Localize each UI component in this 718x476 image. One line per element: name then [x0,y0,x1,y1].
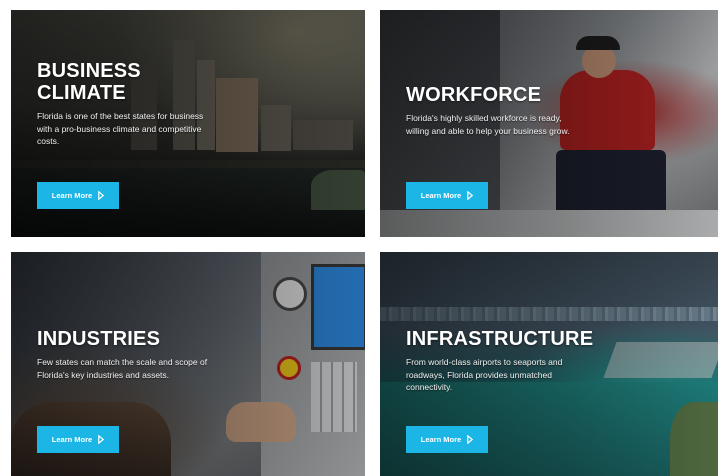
card-title-line: BUSINESS [37,60,141,82]
card-workforce[interactable]: WORKFORCE Florida's highly skilled workf… [380,10,718,237]
card-title: INFRASTRUCTURE [406,328,594,350]
learn-more-button-workforce[interactable]: Learn More [406,182,488,209]
button-label: Learn More [420,191,462,200]
card-title: WORKFORCE [406,84,542,106]
card-business-climate[interactable]: BUSINESS CLIMATE Florida is one of the b… [11,10,365,237]
card-description: Florida is one of the best states for bu… [37,111,204,146]
card-content: INDUSTRIES Few states can match the scal… [37,328,217,381]
card-content: WORKFORCE Florida's highly skilled workf… [406,84,586,137]
learn-more-button-infrastructure[interactable]: Learn More [406,426,488,453]
button-label: Learn More [51,191,93,200]
play-triangle-outline-icon [467,435,474,444]
card-infrastructure[interactable]: INFRASTRUCTURE From world-class airports… [380,252,718,476]
feature-card-grid: BUSINESS CLIMATE Florida is one of the b… [0,0,718,476]
card-industries[interactable]: INDUSTRIES Few states can match the scal… [11,252,365,476]
card-content: INFRASTRUCTURE From world-class airports… [406,328,594,394]
card-description: Few states can match the scale and scope… [37,357,208,380]
card-title: BUSINESS CLIMATE [37,60,217,104]
card-title: INDUSTRIES [37,328,161,350]
learn-more-button-business-climate[interactable]: Learn More [37,182,119,209]
play-triangle-outline-icon [98,435,105,444]
card-content: BUSINESS CLIMATE Florida is one of the b… [37,60,217,148]
learn-more-button-industries[interactable]: Learn More [37,426,119,453]
play-triangle-outline-icon [98,191,105,200]
card-description: Florida's highly skilled workforce is re… [406,113,570,136]
button-label: Learn More [420,435,462,444]
button-label: Learn More [51,435,93,444]
card-description: From world-class airports to seaports an… [406,357,563,392]
play-triangle-outline-icon [467,191,474,200]
card-title-line: CLIMATE [37,82,126,104]
